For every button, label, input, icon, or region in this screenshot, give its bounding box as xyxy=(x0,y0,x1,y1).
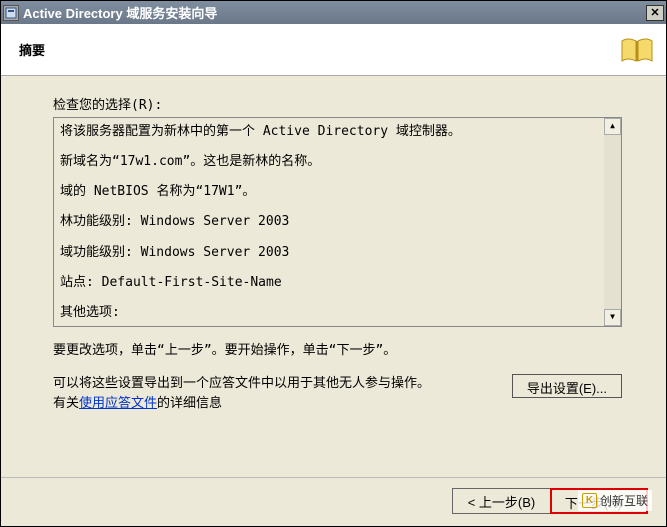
scroll-track[interactable] xyxy=(604,135,621,309)
review-selections-label: 检查您的选择(R): xyxy=(53,94,622,113)
window-title: Active Directory 域服务安装向导 xyxy=(23,3,646,22)
wizard-body: 检查您的选择(R): 将该服务器配置为新林中的第一个 Active Direct… xyxy=(1,76,666,467)
summary-line: 新域名为“17w1.com”。这也是新林的名称。 xyxy=(60,152,599,172)
summary-line: 域功能级别: Windows Server 2003 xyxy=(60,243,599,263)
next-button[interactable]: 下一步(N) > xyxy=(550,488,648,514)
wizard-footer: < 上一步(B) 下一步(N) > K 创新互联 xyxy=(1,478,666,526)
summary-line: 站点: Default-First-Site-Name xyxy=(60,273,599,293)
summary-line: 其他选项: xyxy=(60,303,599,323)
export-settings-button[interactable]: 导出设置(E)... xyxy=(512,374,622,398)
summary-line: 林功能级别: Windows Server 2003 xyxy=(60,212,599,232)
export-row: 可以将这些设置导出到一个应答文件中以用于其他无人参与操作。 有关使用应答文件的详… xyxy=(53,374,622,413)
scroll-down-button[interactable]: ▼ xyxy=(604,309,621,326)
wizard-header: 摘要 xyxy=(1,24,666,76)
page-title: 摘要 xyxy=(19,40,620,59)
app-icon xyxy=(3,5,19,21)
export-description: 可以将这些设置导出到一个应答文件中以用于其他无人参与操作。 有关使用应答文件的详… xyxy=(53,374,496,413)
summary-textbox[interactable]: 将该服务器配置为新林中的第一个 Active Directory 域控制器。 新… xyxy=(53,117,622,327)
answer-files-link[interactable]: 使用应答文件 xyxy=(79,396,157,411)
back-button[interactable]: < 上一步(B) xyxy=(452,488,550,514)
summary-line: 将该服务器配置为新林中的第一个 Active Directory 域控制器。 xyxy=(60,122,599,142)
titlebar: Active Directory 域服务安装向导 ✕ xyxy=(1,1,666,24)
export-info-suffix: 的详细信息 xyxy=(157,396,222,411)
help-book-icon xyxy=(620,35,654,65)
export-info-prefix: 有关 xyxy=(53,396,79,411)
close-button[interactable]: ✕ xyxy=(646,5,664,21)
instruction-text: 要更改选项，单击“上一步”。要开始操作，单击“下一步”。 xyxy=(53,339,622,358)
scroll-up-button[interactable]: ▲ xyxy=(604,118,621,135)
summary-line: 域的 NetBIOS 名称为“17W1”。 xyxy=(60,182,599,202)
wizard-window: Active Directory 域服务安装向导 ✕ 摘要 检查您的选择(R):… xyxy=(0,0,667,527)
summary-scrollbar[interactable]: ▲ ▼ xyxy=(604,118,621,326)
export-text-prefix: 可以将这些设置导出到一个应答文件中以用于其他无人参与操作。 xyxy=(53,376,430,391)
